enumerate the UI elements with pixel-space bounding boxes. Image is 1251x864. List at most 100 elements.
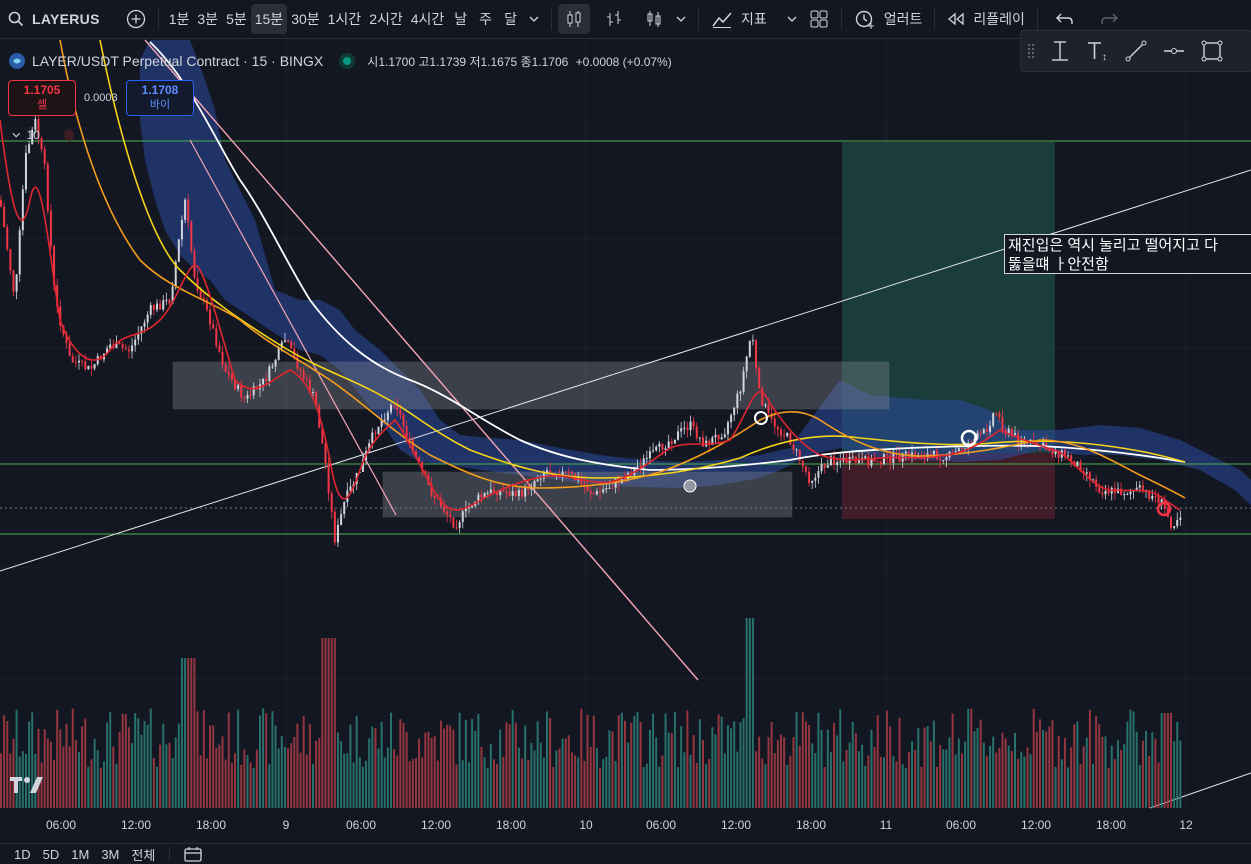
drag-handle[interactable] [1021,32,1041,70]
crosshair-tool[interactable] [1041,32,1079,70]
add-symbol-button[interactable] [120,4,152,34]
interval-2h[interactable]: 2시간 [365,4,407,34]
volume-bar [917,727,920,808]
sell-button[interactable]: 1.1705 셀 [8,80,76,116]
range-all[interactable]: 전체 [131,845,155,864]
interval-dropdown[interactable] [523,4,545,34]
candle-body [546,470,548,473]
candle-body [28,144,31,153]
calendar-icon[interactable] [184,846,202,862]
volume-bar [567,735,570,808]
candle-body [599,491,602,493]
chart-type-candles[interactable] [557,4,590,34]
horizontal-ray-tool[interactable] [1155,32,1193,70]
indicators-dropdown[interactable] [781,4,803,34]
range-5d[interactable]: 5D [43,847,60,862]
candle-body [673,439,676,444]
chart-canvas[interactable] [0,39,1251,843]
volume-bar [499,729,502,808]
candle-body [982,429,985,434]
interval-3m[interactable]: 3분 [193,4,222,34]
volume-bar [992,736,995,808]
volume-bar [817,712,820,808]
time-axis[interactable]: 06:00 12:00 18:00 9 06:00 12:00 18:00 10… [0,813,1251,839]
volume-bar [243,749,246,808]
volume-bar [514,722,517,808]
trendline-tool[interactable] [1117,32,1155,70]
candle-body [0,200,2,207]
candle-body [789,433,792,445]
candle-body [717,434,720,440]
interval-4h[interactable]: 4시간 [407,4,449,34]
volume-bar [1042,730,1045,808]
chart-annotation-text[interactable]: 재진입은 역시 눌리고 떨어지고 다 뚫을떄 ㅏ안전함 [1004,234,1251,274]
range-1m[interactable]: 1M [71,847,89,862]
volume-bar [527,759,530,808]
rectangle-tool[interactable] [1193,32,1231,70]
candle-body [932,450,935,455]
volume-bar [1132,711,1135,808]
replay-button[interactable]: 리플레이 [941,4,1031,34]
candle-body [486,492,489,494]
volume-bar [131,743,134,808]
volume-bar [1004,738,1007,808]
interval-1m[interactable]: 1분 [165,4,194,34]
volume-bar [745,618,748,808]
candle-body [287,340,290,342]
text-tool[interactable]: ↕ [1079,32,1117,70]
candle-body [152,305,155,310]
volume-bar [265,713,268,808]
candle-body [882,454,885,464]
quantity-selector[interactable]: 10 [8,126,74,144]
volume-bar [801,712,804,808]
indicators-button[interactable]: 지표 [705,4,773,34]
alert-button[interactable]: 얼러트 [848,4,929,34]
candle-body [1176,519,1179,527]
indicators-icon [712,12,732,28]
candle-body [502,490,505,492]
volume-bar [78,752,80,808]
interval-1h[interactable]: 1시간 [324,4,366,34]
volume-bar [767,737,770,808]
candle-body [723,434,726,438]
volume-bar [3,715,6,808]
candle-body [1014,433,1016,435]
candle-body [230,374,233,380]
templates-button[interactable] [803,4,835,34]
candle-body [121,344,124,348]
volume-bar [726,725,729,808]
interval-day[interactable]: 날 [448,4,473,34]
interval-5m[interactable]: 5분 [222,4,251,34]
symbol-search[interactable]: LAYERUS [0,4,106,34]
volume-bar [53,760,56,808]
volume-bar [574,755,577,808]
chart-type-dropdown[interactable] [670,4,692,34]
volume-bar [1107,767,1110,808]
open-value: 1.1700 [378,54,416,69]
range-1d[interactable]: 1D [14,847,31,862]
range-3m[interactable]: 3M [101,847,119,862]
volume-bar [833,723,836,808]
candle-body [755,340,758,369]
volume-bar [137,718,140,808]
interval-30m[interactable]: 30분 [287,4,323,34]
volume-bar [1151,732,1154,808]
volume-bar [215,747,218,808]
candle-body [817,471,820,478]
volume-bar [811,743,814,808]
candle-body [349,486,352,491]
interval-month[interactable]: 달 [498,4,523,34]
volume-bar [1051,720,1054,808]
volume-bar [876,715,879,808]
chart-type-bars[interactable] [598,4,630,34]
volume-bar [1160,713,1163,808]
interval-week[interactable]: 주 [473,4,498,34]
volume-bar [1110,745,1113,808]
chart-type-line[interactable] [638,4,670,34]
volume-bar [645,763,648,808]
volume-bar [780,734,782,808]
buy-button[interactable]: 1.1708 바이 [126,80,194,116]
candle-body [305,378,308,380]
volume-bar [642,767,645,808]
interval-15m[interactable]: 15분 [250,4,288,34]
